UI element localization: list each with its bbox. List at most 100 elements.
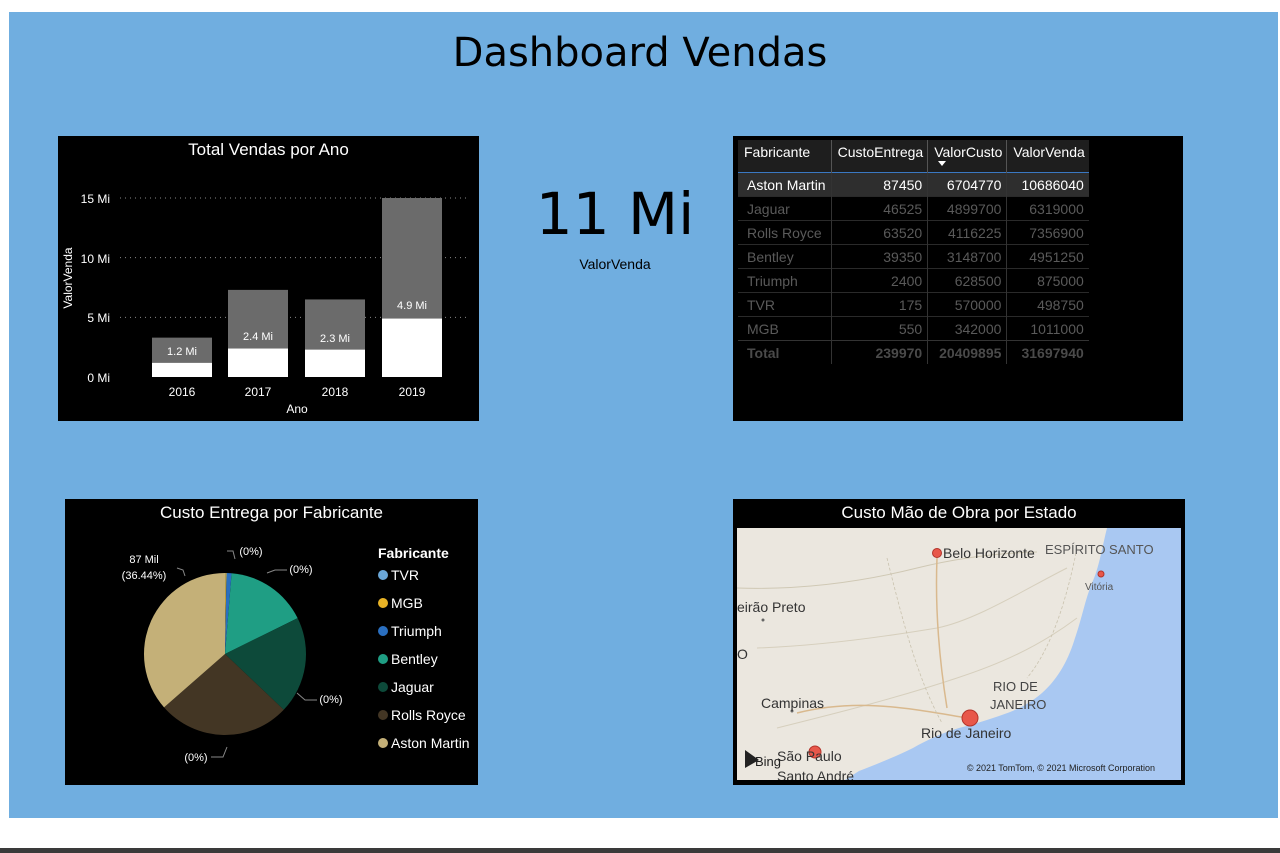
- column-header-valorcusto-label: ValorCusto: [934, 144, 1003, 160]
- table-cell: 39350: [830, 244, 928, 269]
- legend-swatch: [378, 738, 388, 748]
- table-total-cell: 20409895: [927, 340, 1007, 364]
- bar-data-label-2016: 1.2 Mi: [167, 346, 197, 358]
- bar-2018-segment-0[interactable]: [305, 349, 365, 377]
- legend-title: Fabricante: [378, 545, 449, 561]
- map-panel[interactable]: Custo Mão de Obra por Estado Belo Horizo…: [733, 499, 1185, 785]
- pie-leader-line: [211, 746, 228, 758]
- table-cell: Aston Martin: [738, 172, 832, 197]
- legend-swatch: [378, 710, 388, 720]
- table-row[interactable]: Jaguar 46525 4899700 6319000: [738, 196, 1089, 221]
- pie-leader-line: [266, 569, 287, 574]
- legend-label: Bentley: [391, 651, 438, 667]
- table-cell: 875000: [1006, 268, 1089, 293]
- map-title: Custo Mão de Obra por Estado: [841, 503, 1077, 522]
- legend-item-mgb[interactable]: MGB: [378, 595, 470, 623]
- city-dot: [761, 618, 765, 622]
- pie-label-zero-right: (0%): [319, 694, 342, 706]
- bar-2016-segment-0[interactable]: [152, 362, 212, 377]
- pie-label-zero-top: (0%): [239, 546, 262, 558]
- map-attribution: © 2021 TomTom, © 2021 Microsoft Corporat…: [967, 763, 1155, 773]
- table-cell: MGB: [738, 316, 832, 341]
- kpi-label: ValorVenda: [579, 256, 651, 272]
- table-cell: 46525: [830, 196, 928, 221]
- table-row[interactable]: Aston Martin 87450 6704770 10686040: [738, 172, 1089, 197]
- table-row[interactable]: TVR 175 570000 498750: [738, 292, 1089, 317]
- table-row[interactable]: Bentley 39350 3148700 4951250: [738, 244, 1089, 269]
- column-header-valorvenda[interactable]: ValorVenda: [1006, 140, 1089, 173]
- x-tick-2019: 2019: [399, 385, 426, 399]
- legend-item-tvr[interactable]: TVR: [378, 567, 470, 595]
- legend-item-triumph[interactable]: Triumph: [378, 623, 470, 651]
- pie-legend: Fabricante TVR MGB Triumph Bentley Jaguar Rol…: [378, 545, 470, 763]
- map-bubble-rio-de-janeiro[interactable]: [961, 709, 979, 727]
- map-label-rio-state-1: RIO DE: [993, 679, 1038, 694]
- map-label-vitoria: Vitória: [1085, 582, 1114, 593]
- x-tick-2016: 2016: [169, 385, 196, 399]
- map-label-belo-horizonte: Belo Horizonte: [943, 545, 1035, 561]
- map-graphic: Belo Horizonte ESPÍRITO SANTO Vitória ei…: [737, 528, 1181, 780]
- map-highway: [935, 557, 948, 709]
- pie-leader-line: [227, 550, 236, 560]
- table-cell: 2400: [830, 268, 928, 293]
- table-cell: 4951250: [1006, 244, 1089, 269]
- map-label-o-fragment: O: [737, 646, 748, 662]
- pie-chart-panel[interactable]: Custo Entrega por Fabricante 87 Mil (36.…: [65, 499, 478, 785]
- table-cell: 3148700: [927, 244, 1007, 269]
- table-cell: 4899700: [927, 196, 1007, 221]
- legend-item-jaguar[interactable]: Jaguar: [378, 679, 470, 707]
- sales-table[interactable]: Fabricante CustoEntrega ValorCusto Valor…: [738, 140, 1089, 364]
- pie-leader-line: [176, 567, 186, 577]
- table-row[interactable]: MGB 550 342000 1011000: [738, 316, 1089, 341]
- map-bubble-minas-gerais[interactable]: [932, 548, 942, 558]
- map-bubble-espirito-santo[interactable]: [1097, 570, 1105, 578]
- column-header-valorcusto[interactable]: ValorCusto: [927, 140, 1007, 173]
- bar-chart[interactable]: 0 Mi 5 Mi 10 Mi 15 Mi ValorVenda Ano 201…: [58, 136, 479, 421]
- table-cell: 87450: [830, 172, 928, 197]
- table-total-cell: 239970: [830, 340, 928, 364]
- sort-descending-icon: [938, 161, 947, 166]
- table-cell: TVR: [738, 292, 832, 317]
- dashboard-title: Dashboard Vendas: [452, 30, 828, 76]
- table-panel[interactable]: Fabricante CustoEntrega ValorCusto Valor…: [733, 136, 1183, 421]
- table-cell: 498750: [1006, 292, 1089, 317]
- table-cell: 63520: [830, 220, 928, 245]
- legend-item-bentley[interactable]: Bentley: [378, 651, 470, 679]
- bar-data-label-2019: 4.9 Mi: [397, 300, 427, 312]
- column-header-custoentrega[interactable]: CustoEntrega: [830, 140, 928, 173]
- table-row[interactable]: Rolls Royce 63520 4116225 7356900: [738, 220, 1089, 245]
- legend-swatch: [378, 654, 388, 664]
- bar-2019-segment-0[interactable]: [382, 318, 442, 377]
- ocean: [845, 528, 1181, 780]
- map-view[interactable]: Belo Horizonte ESPÍRITO SANTO Vitória ei…: [737, 528, 1181, 780]
- table-cell: Rolls Royce: [738, 220, 832, 245]
- column-header-fabricante[interactable]: Fabricante: [738, 140, 832, 173]
- table-cell: Jaguar: [738, 196, 832, 221]
- x-axis-label: Ano: [286, 402, 308, 416]
- legend-item-aston-martin[interactable]: Aston Martin: [378, 735, 470, 763]
- table-row[interactable]: Triumph 2400 628500 875000: [738, 268, 1089, 293]
- map-label-rio-state-2: JANEIRO: [990, 697, 1046, 712]
- bar-2017-segment-0[interactable]: [228, 348, 288, 377]
- bing-label: Bing: [755, 754, 781, 769]
- table-cell: 570000: [927, 292, 1007, 317]
- x-tick-2018: 2018: [322, 385, 349, 399]
- table-cell: Bentley: [738, 244, 832, 269]
- kpi-value: 11 Mi: [535, 180, 695, 248]
- table-cell: 10686040: [1006, 172, 1089, 197]
- pie-chart[interactable]: 87 Mil (36.44%) (0%) (0%) (0%) (0%): [65, 499, 365, 785]
- table-cell: 175: [830, 292, 928, 317]
- pie-label-percent: (36.44%): [122, 570, 167, 582]
- legend-swatch: [378, 570, 388, 580]
- table-cell: 6704770: [927, 172, 1007, 197]
- bar-chart-panel[interactable]: Total Vendas por Ano 0 Mi 5 Mi 10 Mi 15 …: [58, 136, 479, 421]
- table-total-cell: Total: [738, 340, 832, 364]
- taskbar-edge: [0, 848, 1280, 853]
- y-tick-1: 5 Mi: [87, 311, 110, 325]
- y-tick-2: 10 Mi: [81, 252, 110, 266]
- legend-swatch: [378, 626, 388, 636]
- map-label-campinas: Campinas: [761, 695, 824, 711]
- table-cell: 550: [830, 316, 928, 341]
- table-total-row: Total 239970 20409895 31697940: [738, 340, 1089, 364]
- legend-item-rolls-royce[interactable]: Rolls Royce: [378, 707, 470, 735]
